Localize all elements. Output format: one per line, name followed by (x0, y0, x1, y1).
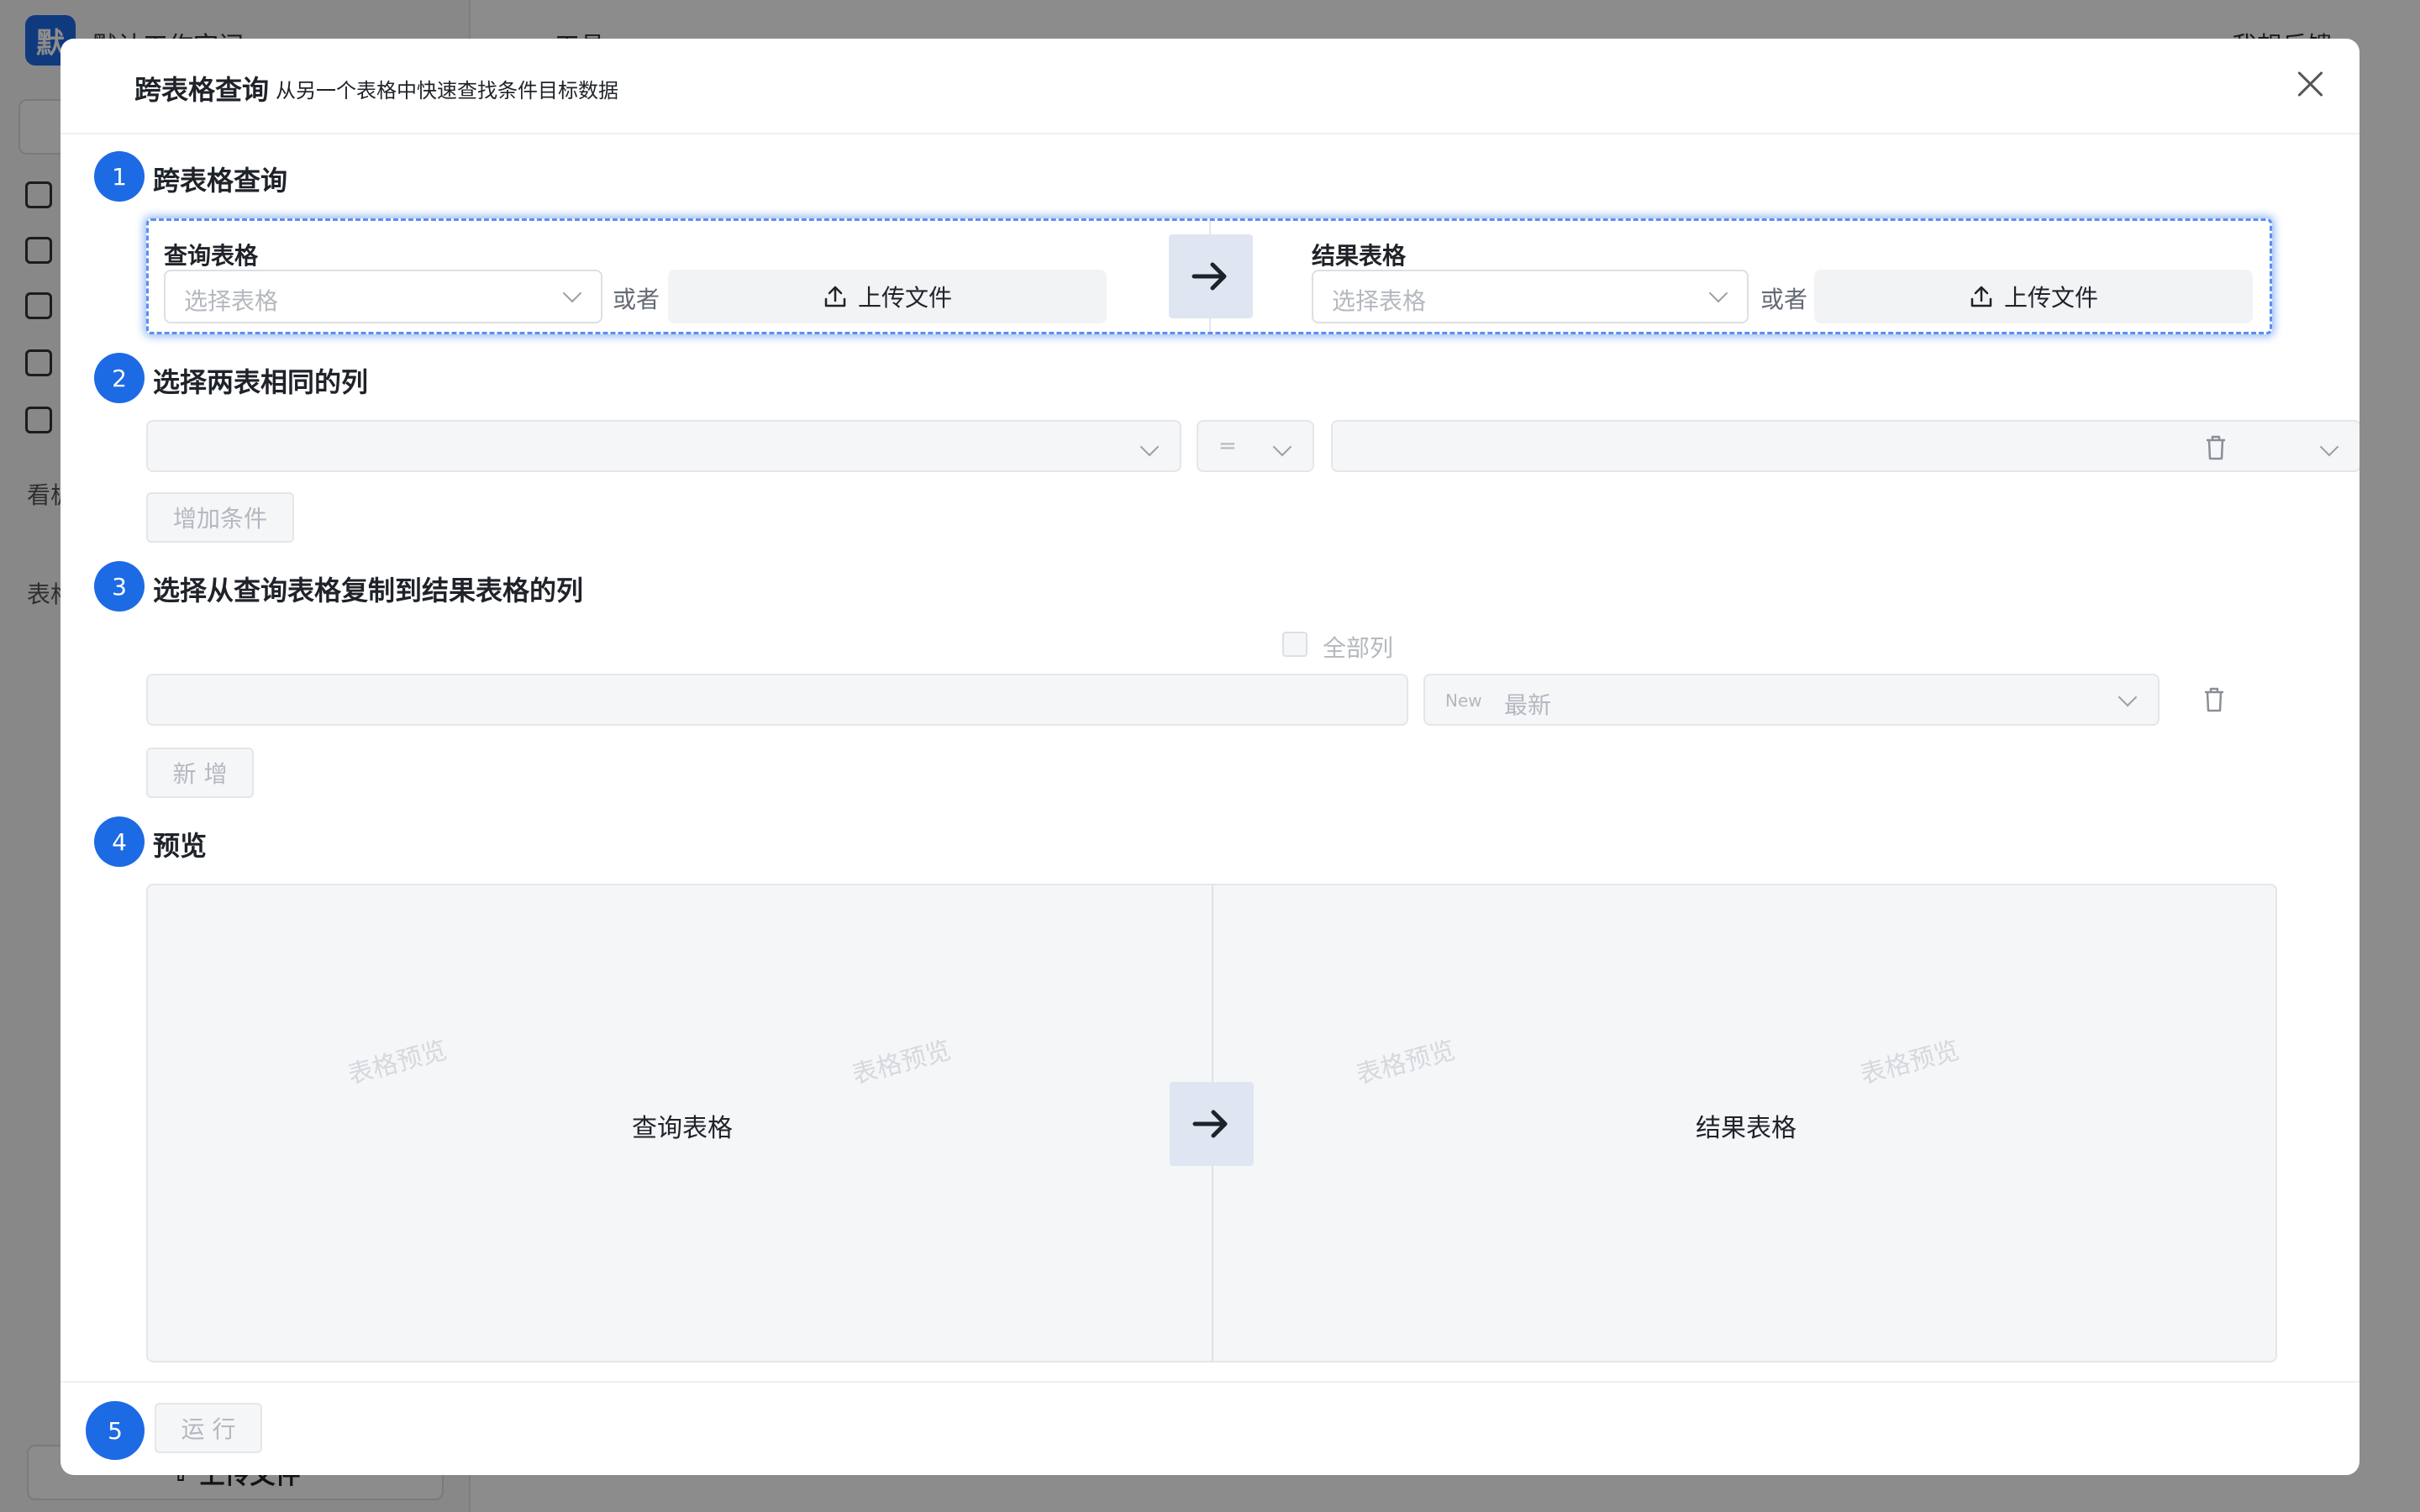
preview-watermark: 表格预览 (1353, 1035, 1459, 1090)
query-table-label: 查询表格 (164, 242, 259, 270)
step-4-badge: 4 (94, 816, 145, 867)
query-table-select[interactable]: 选择表格 (164, 270, 602, 323)
upload-icon (1970, 286, 1992, 307)
step-1-title: 跨表格查询 (153, 165, 288, 197)
query-upload-button[interactable]: 上传文件 (668, 270, 1107, 323)
chevron-down-icon (1708, 283, 1728, 303)
footer-divider (60, 1381, 2360, 1383)
copy-column-select[interactable] (146, 674, 1408, 726)
result-upload-button[interactable]: 上传文件 (1814, 270, 2253, 323)
preview-result-label: 结果表格 (1696, 1114, 1797, 1143)
result-upload-label: 上传文件 (2003, 284, 2098, 312)
add-condition-button[interactable]: 增加条件 (146, 492, 294, 543)
all-columns-label: 全部列 (1323, 634, 1394, 662)
close-icon[interactable] (2294, 67, 2328, 101)
chevron-down-icon (1139, 437, 1160, 457)
new-tag: New (1445, 690, 1482, 711)
preview-query-label: 查询表格 (632, 1114, 733, 1143)
all-columns-checkbox[interactable] (1282, 632, 1307, 657)
trash-icon[interactable] (2202, 685, 2227, 714)
query-upload-label: 上传文件 (857, 284, 952, 312)
operator-select[interactable]: = (1197, 420, 1314, 472)
query-select-placeholder: 选择表格 (184, 287, 279, 315)
or-label: 或者 (1760, 286, 1808, 313)
step-1-badge: 1 (94, 151, 145, 202)
upload-icon (824, 286, 846, 307)
query-column-select[interactable] (146, 420, 1181, 472)
chevron-down-icon (562, 283, 582, 303)
step-3-badge: 3 (94, 561, 145, 612)
step-5-badge: 5 (86, 1401, 145, 1460)
result-select-placeholder: 选择表格 (1332, 287, 1427, 315)
run-button[interactable]: 运 行 (155, 1403, 262, 1453)
step-2-title: 选择两表相同的列 (153, 366, 369, 398)
step-3-title: 选择从查询表格复制到结果表格的列 (153, 575, 584, 606)
result-table-label: 结果表格 (1312, 242, 1407, 270)
preview-panel: 表格预览 表格预览 表格预览 表格预览 查询表格 结果表格 (146, 884, 2277, 1362)
or-label: 或者 (613, 286, 660, 313)
result-table-select[interactable]: 选择表格 (1312, 270, 1749, 323)
arrow-right-icon (1170, 1082, 1254, 1166)
operator-value: = (1218, 433, 1237, 459)
modal-header: 跨表格查询 从另一个表格中快速查找条件目标数据 (60, 39, 2360, 134)
new-column-label: 最新 (1504, 691, 1552, 719)
arrow-right-icon (1169, 234, 1253, 318)
preview-watermark: 表格预览 (345, 1035, 450, 1090)
chevron-down-icon (1272, 437, 1292, 457)
step-2-badge: 2 (94, 353, 145, 403)
modal-title: 跨表格查询 (134, 74, 270, 106)
add-column-button[interactable]: 新 增 (146, 748, 254, 798)
chevron-down-icon (2118, 687, 2138, 707)
target-column-select[interactable]: New 最新 (1423, 674, 2160, 726)
chevron-down-icon (2319, 437, 2339, 457)
preview-watermark: 表格预览 (849, 1035, 955, 1090)
table-select-panel: 查询表格 选择表格 或者 上传文件 结果表格 选择表格 或者 上传文件 (146, 218, 2272, 334)
trash-icon[interactable] (2203, 433, 2228, 462)
step-4-title: 预览 (153, 830, 208, 862)
cross-table-query-modal: 跨表格查询 从另一个表格中快速查找条件目标数据 1 跨表格查询 查询表格 选择表… (60, 39, 2360, 1475)
preview-watermark: 表格预览 (1857, 1035, 1963, 1090)
modal-subtitle: 从另一个表格中快速查找条件目标数据 (276, 79, 618, 102)
